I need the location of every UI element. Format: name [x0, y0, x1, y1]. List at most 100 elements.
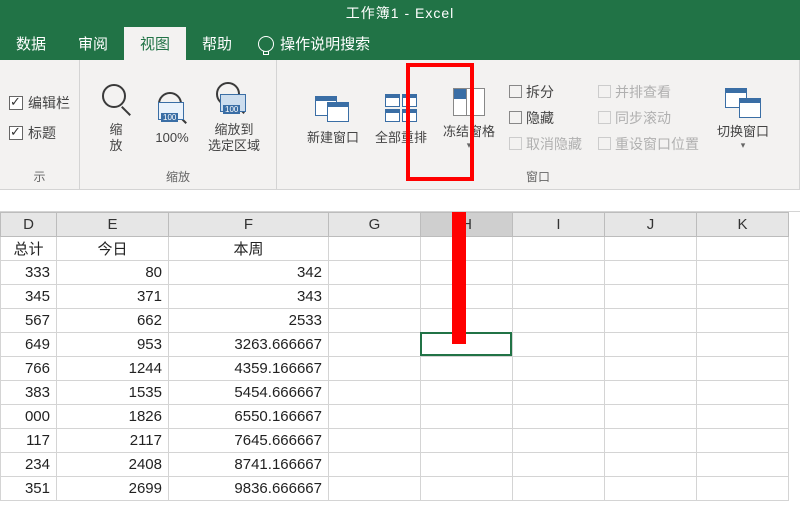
col-header-H[interactable]: H: [421, 213, 513, 237]
cell[interactable]: 371: [57, 285, 169, 309]
cell[interactable]: 本周: [169, 237, 329, 261]
cell[interactable]: [421, 477, 513, 501]
col-header-K[interactable]: K: [697, 213, 789, 237]
cell[interactable]: [605, 237, 697, 261]
tell-me-search[interactable]: 操作说明搜索: [248, 27, 380, 60]
cell[interactable]: [697, 237, 789, 261]
cell[interactable]: [697, 381, 789, 405]
cell[interactable]: [421, 285, 513, 309]
cell[interactable]: 333: [1, 261, 57, 285]
cell[interactable]: [513, 357, 605, 381]
cell[interactable]: [513, 429, 605, 453]
cell[interactable]: [513, 237, 605, 261]
cell[interactable]: 4359.166667: [169, 357, 329, 381]
cell[interactable]: [697, 429, 789, 453]
cell[interactable]: 7645.666667: [169, 429, 329, 453]
cell[interactable]: [697, 285, 789, 309]
cell[interactable]: [329, 357, 421, 381]
cell[interactable]: [329, 381, 421, 405]
cell[interactable]: [329, 285, 421, 309]
formula-bar-area[interactable]: [0, 190, 800, 212]
cell[interactable]: 649: [1, 333, 57, 357]
cell[interactable]: [329, 237, 421, 261]
chk-formula-bar[interactable]: 编辑栏: [9, 93, 70, 113]
cell[interactable]: 1826: [57, 405, 169, 429]
tab-review[interactable]: 审阅: [62, 27, 124, 60]
tab-data[interactable]: 数据: [0, 27, 62, 60]
cell[interactable]: 80: [57, 261, 169, 285]
cell[interactable]: 117: [1, 429, 57, 453]
cell[interactable]: [329, 429, 421, 453]
cell[interactable]: 234: [1, 453, 57, 477]
col-header-I[interactable]: I: [513, 213, 605, 237]
cell[interactable]: 2408: [57, 453, 169, 477]
cell[interactable]: [605, 333, 697, 357]
arrange-all-button[interactable]: 全部重排: [367, 84, 435, 146]
cell[interactable]: [329, 453, 421, 477]
cell[interactable]: [513, 405, 605, 429]
cell[interactable]: [605, 477, 697, 501]
cell[interactable]: [421, 357, 513, 381]
col-header-E[interactable]: E: [57, 213, 169, 237]
cell[interactable]: 343: [169, 285, 329, 309]
col-header-D[interactable]: D: [1, 213, 57, 237]
cell[interactable]: [605, 429, 697, 453]
cell[interactable]: [697, 261, 789, 285]
cell[interactable]: [329, 333, 421, 357]
cell[interactable]: [513, 381, 605, 405]
cell[interactable]: 1244: [57, 357, 169, 381]
col-header-F[interactable]: F: [169, 213, 329, 237]
worksheet[interactable]: DEFGHIJK 总计今日本周3338034234537134356766225…: [0, 212, 800, 520]
cell[interactable]: 662: [57, 309, 169, 333]
cell[interactable]: [697, 333, 789, 357]
zoom-100-button[interactable]: 100%: [144, 84, 200, 146]
cell[interactable]: [513, 333, 605, 357]
cell[interactable]: [329, 477, 421, 501]
freeze-panes-button[interactable]: 冻结窗格 ▾: [435, 78, 503, 151]
cell[interactable]: 383: [1, 381, 57, 405]
cell[interactable]: 8741.166667: [169, 453, 329, 477]
cell[interactable]: 6550.166667: [169, 405, 329, 429]
tab-view[interactable]: 视图: [124, 27, 186, 60]
cell[interactable]: [605, 357, 697, 381]
tab-help[interactable]: 帮助: [186, 27, 248, 60]
cell[interactable]: 342: [169, 261, 329, 285]
cell[interactable]: [513, 261, 605, 285]
cell[interactable]: [605, 405, 697, 429]
cell[interactable]: 2117: [57, 429, 169, 453]
cell[interactable]: [513, 453, 605, 477]
cell[interactable]: 总计: [1, 237, 57, 261]
cell[interactable]: [421, 237, 513, 261]
cell[interactable]: [421, 381, 513, 405]
cell[interactable]: 345: [1, 285, 57, 309]
cell[interactable]: [697, 477, 789, 501]
cell[interactable]: [421, 405, 513, 429]
new-window-button[interactable]: 新建窗口: [299, 84, 367, 146]
cell[interactable]: 2533: [169, 309, 329, 333]
zoom-to-selection-button[interactable]: 缩放到 选定区域: [200, 76, 268, 153]
cell[interactable]: [605, 261, 697, 285]
cell[interactable]: [697, 309, 789, 333]
cell[interactable]: 766: [1, 357, 57, 381]
cell[interactable]: [605, 285, 697, 309]
cell[interactable]: [697, 453, 789, 477]
cell[interactable]: 5454.666667: [169, 381, 329, 405]
cell[interactable]: [329, 405, 421, 429]
cell[interactable]: [513, 477, 605, 501]
cell[interactable]: [605, 453, 697, 477]
zoom-button[interactable]: 缩 放: [88, 76, 144, 153]
cell[interactable]: [421, 429, 513, 453]
chk-headings[interactable]: 标题: [9, 123, 70, 143]
cell[interactable]: [697, 357, 789, 381]
col-header-J[interactable]: J: [605, 213, 697, 237]
cell[interactable]: [513, 309, 605, 333]
cell[interactable]: [421, 309, 513, 333]
split-button[interactable]: 拆分: [509, 80, 582, 104]
col-header-G[interactable]: G: [329, 213, 421, 237]
cell[interactable]: [329, 309, 421, 333]
cell[interactable]: [421, 333, 513, 357]
cell[interactable]: 3263.666667: [169, 333, 329, 357]
cell[interactable]: [421, 453, 513, 477]
cell[interactable]: [605, 381, 697, 405]
hide-button[interactable]: 隐藏: [509, 106, 582, 130]
